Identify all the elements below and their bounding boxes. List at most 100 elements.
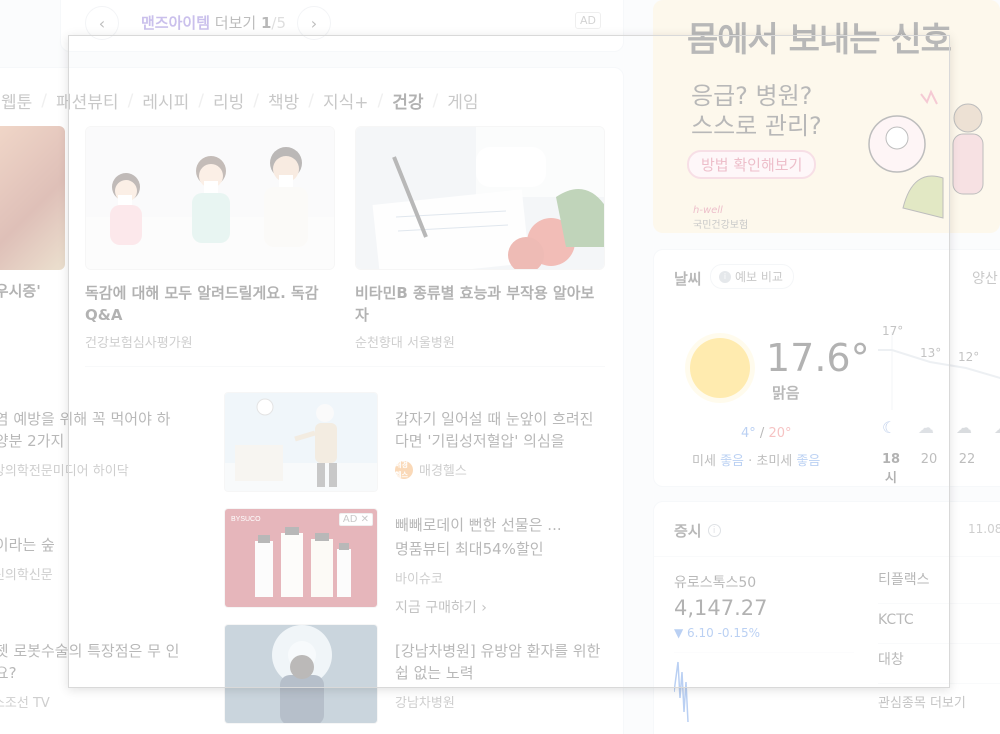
banner-illustration [868,89,984,219]
publisher-logo-icon: 매경헬스 [395,460,413,479]
watchlist-more-link[interactable]: 관심종목 더보기 [878,692,1000,711]
chevron-right-icon: › [310,13,318,33]
cloud-icon: ☁ [994,418,1000,437]
ad-thumb-brand: BYSUCO [231,516,261,523]
ultra-dust-label: 초미세 [756,454,793,469]
partial-story-thumb[interactable] [0,126,65,270]
weather-widget: 날씨 i 예보 비교 양산 17.6° 맑음 4° / 20° 미세 좋음 · 초… [653,249,1000,487]
featured-title: 비타민B 종류별 효능과 부작용 알아보자 [355,284,595,324]
list-item[interactable]: 갑자기 일어설 때 눈앞이 흐려진다면 '기립성저혈압' 의심을 매경헬스 매경… [395,408,605,479]
story-title: 절염 예방을 위해 꼭 먹어야 하 영양분 2가지 [0,410,171,450]
partial-story-title[interactable]: 하우시증' [0,280,41,301]
pager-title[interactable]: 맨즈아이템 더보기 1/5 [141,12,286,33]
ad-source: 바이슈코 [395,572,443,587]
hour-temp: 12° [958,350,980,364]
tab-books[interactable]: 책방 [268,88,299,113]
pager-more: 더보기 [214,14,257,32]
temp-low: 4° [741,426,756,441]
forecast-compare-label: 예보 비교 [735,270,783,284]
hour-temp: 17° [882,324,904,338]
temp-high: 20° [768,426,792,441]
weather-region[interactable]: 양산 [972,268,998,288]
hourly-forecast[interactable]: 17° 13° 12° ☾ ☁ ☁ ☁ 18시 20 22 0 [876,320,1000,486]
story-title: [강남차병원] 유방암 환자를 위한 쉽 없는 노력 [395,642,601,682]
dust-label: 미세 [692,454,716,469]
list-item[interactable]: 터젯 로봇수술의 특장점은 무 인가요? 헬스조선 TV [0,640,181,711]
banner-ad[interactable]: 몸에서 보내는 신호 응급? 병원? 스스로 관리? 방법 확인해보기 h-we… [653,0,1000,233]
story-source: 정신의학신문 [0,568,53,583]
sun-icon [690,338,750,398]
tab-webtoon[interactable]: 웹툰 [1,88,32,113]
banner-line2: 스스로 관리? [691,112,822,140]
watchlist-item[interactable]: KCTC [878,604,1000,644]
story-source: 건강의학전문미디어 하이닥 [0,464,129,479]
banner-headline: 몸에서 보내는 신호 [687,20,952,60]
story-title: 갑자기 일어설 때 눈앞이 흐려진다면 '기립성저혈압' 의심을 [395,410,594,450]
ad-label: AD [342,514,358,525]
divider [654,556,1000,557]
air-quality: 미세 좋음 · 초미세 좋음 [692,454,821,469]
buy-now-label: 지금 구매하기 [395,600,477,616]
banner-org: h-well 국민건강보험 [693,205,748,231]
ad-subtitle: 명품뷰티 최대54%할인 [395,540,544,558]
index-name[interactable]: 유로스톡스50 [674,572,756,592]
ad-title: 빼빼로데이 뻔한 선물은 ... [395,516,562,534]
info-icon[interactable]: i [707,524,721,537]
tab-game[interactable]: 게임 [447,88,478,113]
featured-source: 건강보험심사평가원 [85,336,193,351]
tab-fashion-beauty[interactable]: 패션뷰티 [56,88,119,113]
weather-title: 날씨 [674,270,702,288]
tab-living[interactable]: 리빙 [213,88,244,113]
tab-recipe[interactable]: 레시피 [142,88,189,113]
info-icon: i [719,270,731,283]
watchlist-item[interactable]: 대창 [878,644,1000,684]
banner-cta-button[interactable]: 방법 확인해보기 [687,150,817,179]
tab-health[interactable]: 건강 [392,88,423,113]
index-value: 4,147.27 [674,596,768,620]
index-sparkline [674,652,854,722]
ad-thumb[interactable]: BYSUCO AD ✕ [224,508,378,608]
buy-now-link[interactable]: 지금 구매하기 › [395,597,605,617]
featured-card[interactable]: 독감에 대해 모두 알려드릴게요. 독감 Q&A 건강보험심사평가원 [85,126,335,351]
category-tabs: 웹툰 / 패션뷰티 / 레시피 / 리빙 / 책방 / 지식+ / 건강 / 게임 [1,88,479,114]
story-title: 터젯 로봇수술의 특장점은 무 인가요? [0,642,180,682]
cloud-moon-icon: ☁ [918,418,934,437]
story-thumb[interactable] [224,392,378,492]
hour-label: 0 [990,452,1000,467]
list-item[interactable]: 절염 예방을 위해 꼭 먹어야 하 영양분 2가지 건강의학전문미디어 하이닥 [0,408,181,479]
hour-temp: 13° [920,346,942,360]
story-source-row: 매경헬스 매경헬스 [395,460,605,479]
list-item[interactable]: [강남차병원] 유방암 환자를 위한 쉽 없는 노력 강남차병원 [395,640,605,711]
forecast-compare-button[interactable]: i 예보 비교 [710,264,794,289]
chevron-left-icon: ‹ [98,13,106,33]
featured-title: 독감에 대해 모두 알려드릴게요. 독감 Q&A [85,284,319,324]
stock-date: 11.08. [968,522,1000,536]
next-page-button[interactable]: › [297,6,331,40]
watchlist: 티플랙스 KCTC 대창 관심종목 더보기 [878,564,1000,711]
pager-bar: ‹ 맨즈아이템 더보기 1/5 › AD [60,0,624,52]
story-source: 매경헬스 [419,464,467,479]
ad-item[interactable]: 빼빼로데이 뻔한 선물은 ... 명품뷰티 최대54%할인 바이슈코 지금 구매… [395,514,605,617]
stock-title-row: 증시 i [674,520,721,541]
prev-page-button[interactable]: ‹ [85,6,119,40]
hour-label: 22 [958,452,976,467]
content-panel: 웹툰/ 패션뷰티/ 레시피/ 리빙/ 책방/ 지식+/ 건강/ 게임 하우시증' [0,67,624,734]
pager-total: /5 [271,14,287,32]
story-title: 음이라는 숲 [0,536,55,554]
featured-thumb [355,126,605,270]
watchlist-item[interactable]: 티플랙스 [878,564,1000,604]
story-thumb[interactable] [224,624,378,724]
current-temp: 17.6° [766,336,870,380]
list-item[interactable]: 음이라는 숲 정신의학신문 [0,534,181,583]
ad-close-chip[interactable]: AD ✕ [338,513,373,526]
featured-card[interactable]: 비타민B 종류별 효능과 부작용 알아보자 순천향대 서울병원 [355,126,605,351]
temp-range: 4° / 20° [741,426,792,441]
featured-source: 순천향대 서울병원 [355,336,455,351]
hour-label: 18시 [881,452,901,486]
banner-org-small: h-well [693,205,723,216]
tab-knowledge[interactable]: 지식+ [323,88,369,113]
stock-widget: 증시 i 11.08. 유로스톡스50 4,147.27 ▼ 6.10 -0.15… [653,501,1000,734]
pager-brand: 맨즈아이템 [141,14,211,32]
index-change: ▼ 6.10 -0.15% [674,626,761,640]
weather-condition: 맑음 [772,384,800,402]
